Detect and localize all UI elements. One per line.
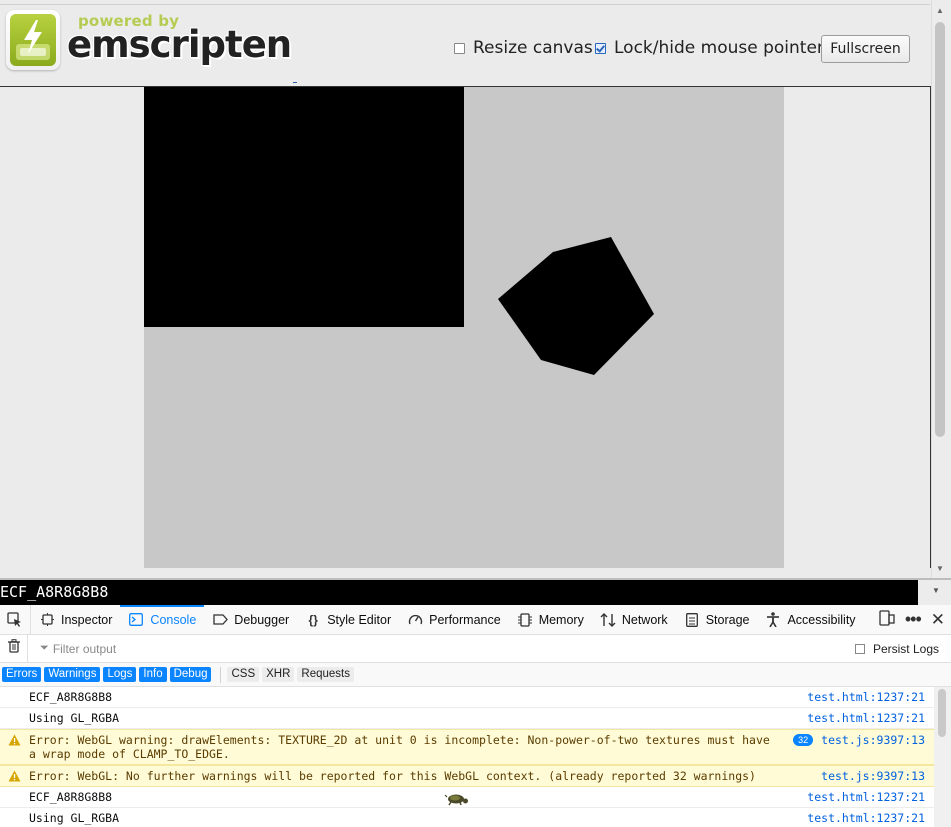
- underline-mark: [293, 82, 297, 83]
- warning-icon: [8, 734, 21, 746]
- repeat-count-badge: 32: [793, 734, 814, 746]
- filter-xhr[interactable]: XHR: [262, 667, 295, 682]
- top-border: [0, 4, 930, 5]
- filter-debug[interactable]: Debug: [169, 667, 212, 682]
- lock-pointer-label: Lock/hide mouse pointer: [614, 38, 824, 58]
- tab-accessibility-label: Accessibility: [787, 612, 856, 627]
- resize-canvas-checkbox[interactable]: [454, 42, 465, 54]
- page-scrollbar[interactable]: ▲ ▼: [931, 0, 951, 578]
- close-devtools-icon[interactable]: ✕: [931, 610, 945, 630]
- filter-funnel-icon: ⏷: [40, 642, 49, 654]
- tab-style-editor[interactable]: {} Style Editor: [297, 605, 399, 634]
- picker-icon: [6, 612, 22, 628]
- trash-icon: [7, 639, 20, 658]
- log-category-filters: Errors Warnings Logs Info Debug CSS XHR …: [0, 663, 951, 687]
- tab-console-label: Console: [150, 612, 197, 627]
- memory-icon: [517, 612, 533, 628]
- tab-storage-label: Storage: [705, 612, 750, 627]
- filter-output-input[interactable]: ⏷ Filter output: [28, 642, 855, 656]
- filter-placeholder: Filter output: [52, 641, 117, 656]
- output-scrollbar[interactable]: ▼: [918, 580, 951, 605]
- tab-network-label: Network: [621, 612, 668, 627]
- filter-css[interactable]: CSS: [227, 667, 260, 682]
- warning-message[interactable]: Error: WebGL warning: drawElements: TEXT…: [0, 729, 934, 765]
- tab-inspector[interactable]: Inspector: [31, 605, 120, 634]
- log-text: Using GL_RGBA: [29, 811, 120, 825]
- log-source-link[interactable]: test.js:9397:13: [821, 733, 934, 747]
- tab-debugger-label: Debugger: [234, 612, 290, 627]
- debugger-icon: [212, 612, 228, 628]
- log-source-link[interactable]: test.html:1237:21: [807, 711, 934, 725]
- log-source-link[interactable]: test.js:9397:13: [821, 769, 934, 783]
- tab-storage[interactable]: Storage: [676, 605, 758, 634]
- filter-requests[interactable]: Requests: [297, 667, 355, 682]
- resize-canvas-option[interactable]: Resize canvas: [454, 38, 593, 58]
- element-picker-button[interactable]: [0, 605, 31, 634]
- tab-console[interactable]: Console: [120, 605, 205, 634]
- tab-debugger[interactable]: Debugger: [204, 605, 297, 634]
- filter-separator: [220, 666, 222, 683]
- webgl-canvas[interactable]: [144, 87, 784, 568]
- fullscreen-button[interactable]: Fullscreen: [821, 35, 910, 63]
- page-scroll-thumb[interactable]: [935, 22, 945, 437]
- toolbar-right-controls: ••• ✕: [879, 605, 951, 634]
- filter-info[interactable]: Info: [139, 667, 167, 682]
- warning-text: Error: WebGL: No further warnings will b…: [29, 769, 756, 783]
- filter-errors[interactable]: Errors: [2, 667, 42, 682]
- log-message[interactable]: ECF_A8R8G8B8 test.html:1237:21: [0, 687, 934, 708]
- filter-warnings[interactable]: Warnings: [44, 667, 101, 682]
- resize-canvas-label: Resize canvas: [473, 38, 593, 58]
- accessibility-icon: [765, 612, 781, 628]
- log-message[interactable]: Using GL_RGBA test.html:1237:21: [0, 808, 934, 827]
- tab-performance-label: Performance: [429, 612, 501, 627]
- log-source-link[interactable]: test.html:1237:21: [807, 690, 934, 704]
- warning-message[interactable]: Error: WebGL: No further warnings will b…: [0, 765, 934, 787]
- log-text: ECF_A8R8G8B8: [29, 790, 113, 804]
- lock-pointer-checkbox[interactable]: [595, 42, 606, 54]
- log-text: ECF_A8R8G8B8: [29, 690, 113, 704]
- program-output: ECF_A8R8G8B8: [0, 580, 918, 605]
- emscripten-page: powered by emscripten Resize canvas Lock…: [0, 0, 951, 578]
- log-source-link[interactable]: test.html:1237:21: [807, 790, 934, 804]
- tab-style-editor-label: Style Editor: [327, 612, 392, 627]
- clear-console-button[interactable]: [0, 634, 28, 663]
- emscripten-logo-icon: [6, 10, 60, 70]
- persist-logs-checkbox[interactable]: [854, 643, 865, 654]
- black-rectangle: [144, 87, 464, 327]
- scroll-up-icon[interactable]: ▲: [936, 6, 944, 15]
- canvas-container: [0, 86, 931, 568]
- tab-network[interactable]: Network: [592, 605, 676, 634]
- responsive-design-icon[interactable]: [879, 609, 895, 630]
- tab-accessibility[interactable]: Accessibility: [757, 605, 863, 634]
- brand-wordmark: emscripten: [67, 23, 292, 66]
- inspector-icon: [39, 612, 55, 628]
- warning-icon: [8, 770, 21, 782]
- tab-memory[interactable]: Memory: [509, 605, 592, 634]
- console-scroll-thumb[interactable]: [938, 689, 946, 737]
- tab-performance[interactable]: Performance: [399, 605, 509, 634]
- tab-inspector-label: Inspector: [61, 612, 113, 627]
- scroll-down-icon[interactable]: ▼: [932, 586, 940, 595]
- devtools-toolbar: Inspector Console Debugger {} Style Edit…: [0, 605, 951, 635]
- persist-logs-option[interactable]: Persist Logs: [854, 641, 951, 656]
- more-options-icon[interactable]: •••: [905, 609, 922, 630]
- persist-logs-label: Persist Logs: [872, 641, 939, 656]
- braces-icon: {}: [308, 612, 318, 627]
- lock-pointer-option[interactable]: Lock/hide mouse pointer: [595, 38, 824, 58]
- log-source-link[interactable]: test.html:1237:21: [807, 811, 934, 825]
- gauge-icon: [407, 612, 423, 628]
- network-arrows-icon: [600, 612, 616, 628]
- storage-icon: [684, 612, 700, 628]
- log-text: Using GL_RGBA: [29, 711, 120, 725]
- console-icon: [128, 612, 144, 628]
- console-scrollbar[interactable]: [934, 687, 951, 827]
- tab-memory-label: Memory: [538, 612, 584, 627]
- log-message[interactable]: Using GL_RGBA test.html:1237:21: [0, 708, 934, 729]
- filter-logs[interactable]: Logs: [103, 667, 137, 682]
- scroll-down-icon[interactable]: ▼: [936, 564, 944, 573]
- warning-text: Error: WebGL warning: drawElements: TEXT…: [29, 733, 770, 761]
- turtle-cursor-icon: [444, 792, 470, 806]
- black-pentagon: [498, 237, 654, 375]
- console-filter-bar: ⏷ Filter output Persist Logs: [0, 634, 951, 663]
